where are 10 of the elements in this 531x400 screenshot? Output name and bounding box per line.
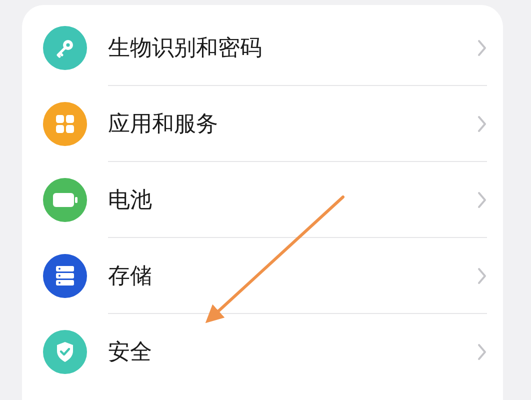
settings-item[interactable]: 安全 — [108, 337, 152, 367]
chevron-icon — [477, 343, 487, 361]
chevron-icon — [477, 38, 487, 56]
settings-item[interactable]: 存储 — [108, 260, 152, 290]
settings-item[interactable]: 生物识别和密码 — [108, 32, 262, 62]
chevron-icon — [477, 190, 487, 208]
chevron-icon — [477, 266, 487, 284]
settings-item[interactable]: 电池 — [108, 184, 152, 214]
chevron-icon — [477, 114, 487, 132]
settings-item[interactable]: 应用和服务 — [108, 108, 218, 138]
